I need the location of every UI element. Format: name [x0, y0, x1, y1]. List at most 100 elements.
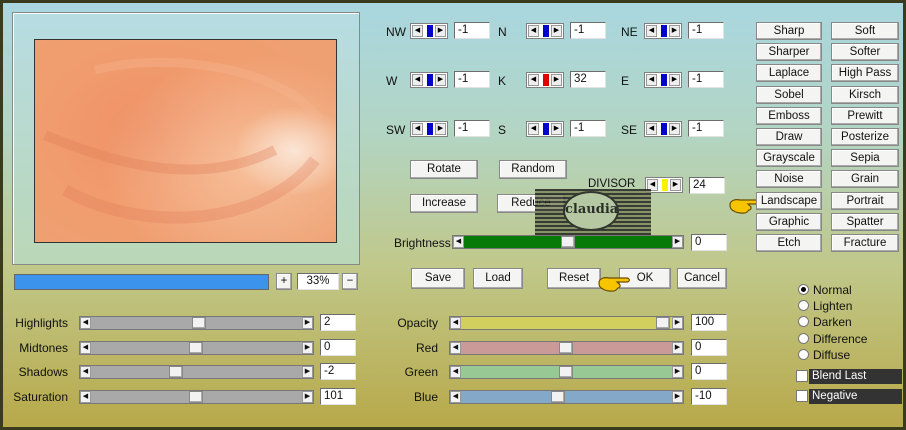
direction-spinner-se[interactable]: ◀ ▶	[644, 121, 682, 137]
shadows-slider[interactable]: ◀ ▶	[79, 365, 314, 379]
preset-button-landscape[interactable]: Landscape	[756, 191, 822, 210]
blend-mode-radio-lighten[interactable]	[798, 300, 809, 312]
slider-right-icon[interactable]: ▶	[672, 317, 683, 329]
preset-button-sepia[interactable]: Sepia	[831, 149, 899, 168]
slider-left-icon[interactable]: ◀	[450, 390, 461, 403]
spin-right-icon[interactable]: ▶	[551, 123, 562, 135]
blend-mode-radio-normal[interactable]	[798, 284, 809, 295]
spin-left-icon[interactable]: ◀	[646, 25, 657, 37]
opacity-slider[interactable]: ◀ ▶	[449, 316, 684, 330]
blend-last-checkbox[interactable]	[796, 370, 808, 382]
rotate-button[interactable]: Rotate	[410, 160, 478, 179]
slider-right-icon[interactable]: ▶	[672, 236, 683, 248]
slider-left-icon[interactable]: ◀	[450, 366, 461, 378]
spin-right-icon[interactable]: ▶	[669, 25, 680, 37]
spin-right-icon[interactable]: ▶	[669, 74, 680, 86]
blue-field[interactable]: -10	[691, 387, 727, 405]
preset-button-kirsch[interactable]: Kirsch	[831, 85, 899, 104]
zoom-out-button[interactable]: −	[342, 273, 358, 290]
green-field[interactable]: 0	[691, 363, 727, 380]
reset-button[interactable]: Reset	[547, 268, 601, 289]
direction-field-n[interactable]: -1	[570, 22, 606, 39]
direction-field-e[interactable]: -1	[688, 71, 724, 88]
direction-spinner-k[interactable]: ◀ ▶	[526, 72, 564, 88]
midtones-slider[interactable]: ◀ ▶	[79, 340, 314, 355]
spin-left-icon[interactable]: ◀	[412, 74, 423, 86]
preset-button-posterize[interactable]: Posterize	[831, 128, 899, 146]
direction-field-sw[interactable]: -1	[454, 120, 490, 137]
spin-left-icon[interactable]: ◀	[412, 123, 423, 135]
shadows-field[interactable]: -2	[320, 363, 356, 380]
spin-right-icon[interactable]: ▶	[435, 123, 446, 135]
preset-button-grain[interactable]: Grain	[831, 170, 899, 189]
preset-button-sharper[interactable]: Sharper	[756, 43, 822, 62]
slider-right-icon[interactable]: ▶	[672, 341, 683, 354]
spin-right-icon[interactable]: ▶	[551, 74, 562, 86]
slider-left-icon[interactable]: ◀	[80, 341, 91, 354]
direction-field-ne[interactable]: -1	[688, 22, 724, 39]
direction-spinner-ne[interactable]: ◀ ▶	[644, 23, 682, 39]
highlights-field[interactable]: 2	[320, 314, 356, 331]
spin-right-icon[interactable]: ▶	[551, 25, 562, 37]
divisor-field[interactable]: 24	[689, 177, 725, 194]
spin-right-icon[interactable]: ▶	[670, 179, 681, 191]
direction-field-s[interactable]: -1	[570, 120, 606, 137]
direction-spinner-nw[interactable]: ◀ ▶	[410, 23, 448, 39]
zoom-in-button[interactable]: +	[276, 273, 292, 290]
slider-left-icon[interactable]: ◀	[453, 236, 464, 248]
direction-spinner-n[interactable]: ◀ ▶	[526, 23, 564, 39]
cancel-button[interactable]: Cancel	[677, 268, 727, 289]
preset-button-sharp[interactable]: Sharp	[756, 22, 822, 40]
direction-field-w[interactable]: -1	[454, 71, 490, 88]
direction-spinner-e[interactable]: ◀ ▶	[644, 72, 682, 88]
save-button[interactable]: Save	[411, 268, 465, 289]
slider-left-icon[interactable]: ◀	[80, 366, 91, 378]
preset-button-softer[interactable]: Softer	[831, 43, 899, 62]
saturation-field[interactable]: 101	[320, 387, 356, 405]
preset-button-draw[interactable]: Draw	[756, 128, 822, 146]
preset-button-prewitt[interactable]: Prewitt	[831, 106, 899, 125]
preset-button-graphic[interactable]: Graphic	[756, 212, 822, 231]
preset-button-spatter[interactable]: Spatter	[831, 212, 899, 231]
slider-right-icon[interactable]: ▶	[672, 366, 683, 378]
direction-field-k[interactable]: 32	[570, 71, 606, 88]
spin-left-icon[interactable]: ◀	[528, 25, 539, 37]
spin-left-icon[interactable]: ◀	[528, 74, 539, 86]
slider-thumb[interactable]	[192, 317, 206, 329]
slider-right-icon[interactable]: ▶	[302, 390, 313, 403]
slider-right-icon[interactable]: ▶	[302, 341, 313, 354]
blend-mode-radio-diffuse[interactable]	[798, 348, 809, 360]
spin-right-icon[interactable]: ▶	[669, 123, 680, 135]
blend-mode-radio-difference[interactable]	[798, 332, 809, 344]
preset-button-noise[interactable]: Noise	[756, 170, 822, 189]
brightness-slider[interactable]: ◀ ▶	[452, 235, 684, 249]
slider-left-icon[interactable]: ◀	[80, 317, 91, 329]
slider-right-icon[interactable]: ▶	[302, 366, 313, 378]
slider-thumb[interactable]	[559, 366, 573, 378]
preset-button-laplace[interactable]: Laplace	[756, 64, 822, 83]
blue-slider[interactable]: ◀ ▶	[449, 389, 684, 404]
slider-right-icon[interactable]: ▶	[672, 390, 683, 403]
preset-button-portrait[interactable]: Portrait	[831, 191, 899, 210]
preset-button-etch[interactable]: Etch	[756, 234, 822, 252]
spin-right-icon[interactable]: ▶	[435, 74, 446, 86]
preset-button-grayscale[interactable]: Grayscale	[756, 149, 822, 168]
red-field[interactable]: 0	[691, 338, 727, 356]
slider-thumb[interactable]	[189, 390, 203, 403]
slider-right-icon[interactable]: ▶	[302, 317, 313, 329]
random-button[interactable]: Random	[499, 160, 567, 179]
opacity-field[interactable]: 100	[691, 314, 727, 331]
preset-button-fracture[interactable]: Fracture	[831, 234, 899, 252]
spin-left-icon[interactable]: ◀	[646, 74, 657, 86]
slider-left-icon[interactable]: ◀	[450, 317, 461, 329]
negative-checkbox[interactable]	[796, 390, 808, 402]
slider-thumb[interactable]	[559, 341, 573, 354]
slider-left-icon[interactable]: ◀	[450, 341, 461, 354]
spin-left-icon[interactable]: ◀	[646, 123, 657, 135]
slider-thumb[interactable]	[656, 317, 670, 329]
direction-field-se[interactable]: -1	[688, 120, 724, 137]
load-button[interactable]: Load	[473, 268, 523, 289]
slider-thumb[interactable]	[561, 236, 575, 248]
saturation-slider[interactable]: ◀ ▶	[79, 389, 314, 404]
direction-spinner-w[interactable]: ◀ ▶	[410, 72, 448, 88]
